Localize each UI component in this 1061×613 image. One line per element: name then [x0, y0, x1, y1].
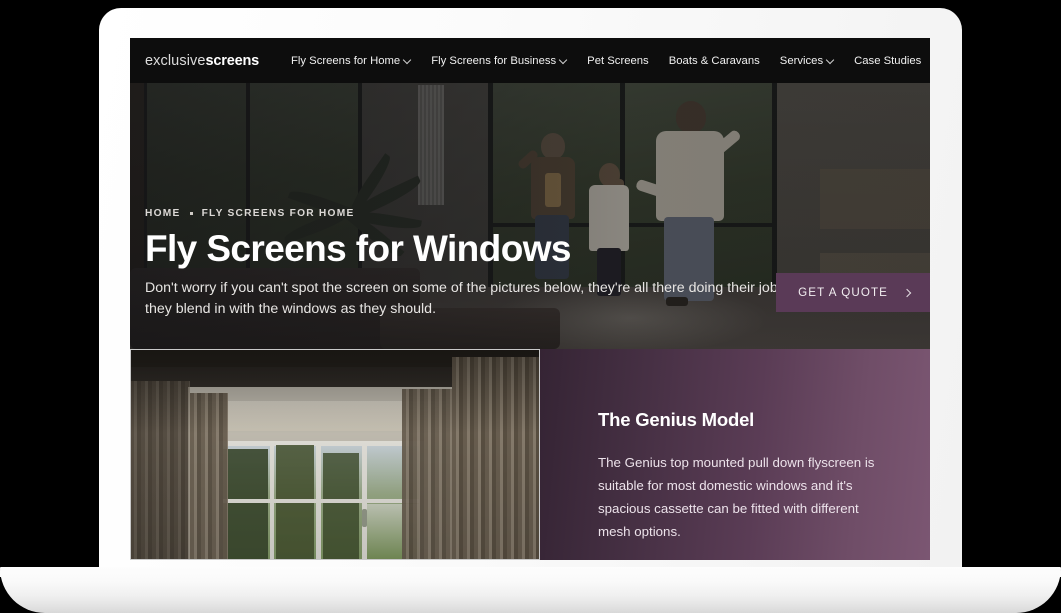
nav-item-case-studies[interactable]: Case Studies [844, 49, 930, 73]
nav-item-fly-screens-for-business[interactable]: Fly Screens for Business [421, 49, 577, 73]
get-a-quote-button[interactable]: GET A QUOTE [776, 273, 930, 312]
nav-item-pet-screens[interactable]: Pet Screens [577, 49, 659, 73]
nav-item-boats-and-caravans[interactable]: Boats & Caravans [659, 49, 770, 73]
nav-item-services[interactable]: Services [770, 49, 844, 73]
logo-text-light: exclusive [145, 52, 206, 69]
get-a-quote-label: GET A QUOTE [798, 286, 888, 299]
nav-label: Case Studies [854, 54, 922, 67]
panel-paragraph-1: The Genius top mounted pull down flyscre… [598, 455, 875, 539]
genius-model-section: The Genius Model The Genius top mounted … [130, 349, 930, 560]
nav-item-fly-screens-for-home[interactable]: Fly Screens for Home [281, 49, 421, 73]
breadcrumb: HOME FLY SCREENS FOR HOME [145, 208, 915, 219]
nav-label: Fly Screens for Business [431, 54, 557, 67]
nav-label: Pet Screens [587, 54, 649, 67]
nav-label: Boats & Caravans [668, 54, 760, 67]
breadcrumb-separator-icon [189, 211, 193, 215]
page-title: Fly Screens for Windows [145, 227, 571, 269]
breadcrumb-home[interactable]: HOME [145, 208, 181, 219]
panel-paragraph-2: The spring loaded standard fly screen me… [598, 559, 890, 560]
chevron-down-icon [827, 56, 834, 63]
site-logo[interactable]: exclusivescreens [145, 53, 259, 69]
hero-subtitle: Don't worry if you can't spot the screen… [145, 279, 802, 318]
breadcrumb-current[interactable]: FLY SCREENS FOR HOME [202, 208, 355, 219]
site-navbar: exclusivescreens Fly Screens for Home Fl… [130, 38, 930, 83]
nav-label: Services [779, 54, 824, 67]
laptop-base [0, 567, 1061, 613]
nav-label: Fly Screens for Home [290, 54, 401, 67]
hero-banner: HOME FLY SCREENS FOR HOME Fly Screens fo… [130, 83, 930, 349]
chevron-down-icon [404, 56, 411, 63]
window-photo [130, 349, 540, 560]
chevron-down-icon [560, 56, 567, 63]
page-root: exclusivescreens Fly Screens for Home Fl… [0, 0, 1061, 613]
nav-items: Fly Screens for Home Fly Screens for Bus… [281, 49, 930, 73]
panel-title: The Genius Model [598, 409, 755, 430]
browser-screen: exclusivescreens Fly Screens for Home Fl… [130, 38, 930, 560]
logo-text-bold: screens [205, 52, 260, 69]
genius-model-panel: The Genius Model The Genius top mounted … [540, 349, 930, 560]
chevron-right-icon [902, 288, 912, 297]
